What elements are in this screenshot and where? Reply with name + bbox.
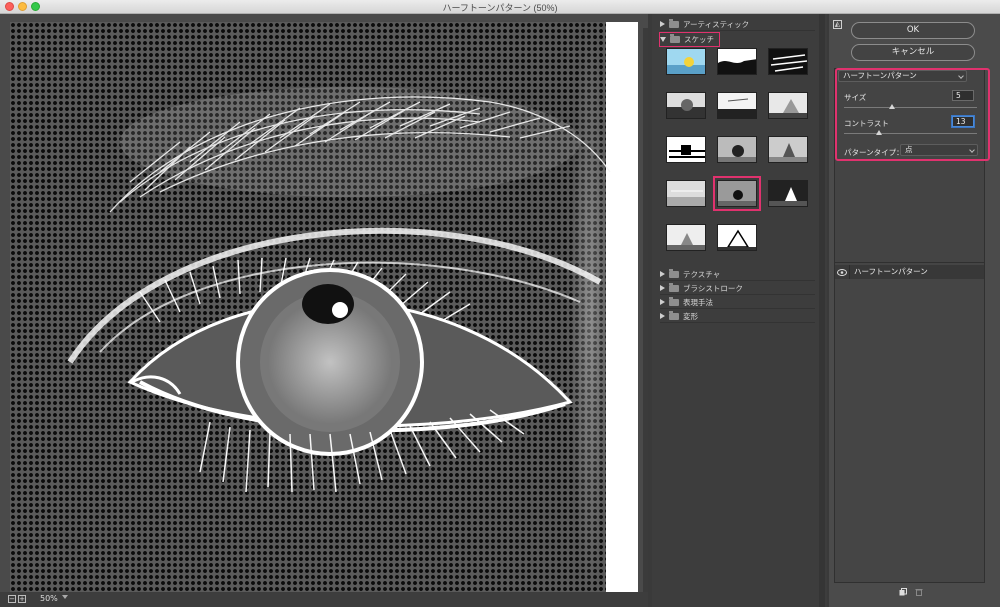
category-stylize[interactable]: 表現手法 bbox=[660, 296, 815, 309]
folder-icon bbox=[669, 296, 679, 306]
zoom-bar: − + 50% bbox=[0, 592, 648, 607]
eye-image bbox=[67, 22, 638, 600]
chevron-down-icon bbox=[958, 73, 964, 79]
thumb-plaster[interactable] bbox=[666, 180, 706, 207]
size-input[interactable]: 5 bbox=[952, 90, 974, 101]
thumb-charcoal[interactable] bbox=[768, 48, 808, 75]
size-slider-track[interactable] bbox=[844, 107, 977, 108]
size-label: サイズ bbox=[844, 93, 867, 102]
thumb-chalk-charcoal[interactable] bbox=[717, 48, 757, 75]
contrast-slider-thumb[interactable] bbox=[875, 130, 882, 135]
expand-arrow-icon bbox=[660, 21, 665, 27]
zoom-value[interactable]: 50% bbox=[40, 594, 58, 603]
folder-icon bbox=[669, 18, 679, 28]
filter-gallery: アーティスティック スケッチ テクスチャ ブラシストローク 表現手法 変形 bbox=[652, 14, 827, 607]
folder-icon bbox=[669, 282, 679, 292]
preview-image[interactable] bbox=[10, 22, 638, 600]
thumb-chrome[interactable] bbox=[666, 92, 706, 119]
expand-arrow-icon bbox=[660, 313, 665, 319]
folder-icon bbox=[669, 310, 679, 320]
category-sketch[interactable]: スケッチ bbox=[659, 32, 720, 47]
contrast-label: コントラスト bbox=[844, 119, 889, 128]
expand-arrow-icon bbox=[660, 271, 665, 277]
new-effect-layer-icon[interactable] bbox=[899, 588, 907, 596]
thumb-conte-crayon[interactable] bbox=[717, 92, 757, 119]
pattern-type-label: パターンタイプ： bbox=[844, 148, 904, 157]
effect-layer-name: ハーフトーンパターン bbox=[849, 265, 984, 279]
cancel-button[interactable]: キャンセル bbox=[851, 44, 975, 61]
preview-scrollbar[interactable] bbox=[643, 28, 648, 606]
settings-panel: ◭ OK キャンセル ハーフトーンパターン サイズ 5 コントラスト 13 パタ… bbox=[829, 14, 1000, 607]
zoom-out-button[interactable]: − bbox=[8, 595, 16, 603]
folder-icon bbox=[670, 34, 680, 43]
contrast-input[interactable]: 13 bbox=[952, 116, 974, 127]
zoom-dropdown-icon[interactable] bbox=[62, 595, 68, 599]
folder-icon bbox=[669, 268, 679, 278]
ok-button[interactable]: OK bbox=[851, 22, 975, 39]
thumb-bas-relief[interactable] bbox=[666, 48, 706, 75]
expand-arrow-icon bbox=[660, 299, 665, 305]
filter-select[interactable]: ハーフトーンパターン bbox=[838, 70, 967, 82]
thumb-graphic-pen[interactable] bbox=[768, 92, 808, 119]
category-brush-strokes[interactable]: ブラシストローク bbox=[660, 282, 815, 295]
effect-layer-row[interactable]: ハーフトーンパターン bbox=[835, 265, 984, 279]
trash-icon[interactable] bbox=[915, 588, 923, 596]
zoom-in-button[interactable]: + bbox=[18, 595, 26, 603]
preview-area bbox=[0, 14, 648, 607]
eye-icon[interactable] bbox=[835, 265, 849, 279]
thumb-photocopy[interactable] bbox=[768, 136, 808, 163]
collapse-gallery-icon[interactable]: ◭ bbox=[833, 20, 842, 29]
thumb-torn-edges[interactable] bbox=[717, 224, 757, 251]
thumb-note-paper[interactable] bbox=[717, 136, 757, 163]
size-slider-thumb[interactable] bbox=[889, 104, 896, 109]
pattern-type-select[interactable]: 点 bbox=[900, 144, 978, 156]
thumb-stamp[interactable] bbox=[666, 224, 706, 251]
category-texture[interactable]: テクスチャ bbox=[660, 268, 815, 281]
expand-arrow-icon bbox=[660, 285, 665, 291]
thumb-halftone-pattern[interactable] bbox=[713, 176, 761, 211]
thumb-reticulation[interactable] bbox=[768, 180, 808, 207]
title-bar: ハーフトーンパターン (50%) bbox=[0, 0, 1000, 14]
window-title: ハーフトーンパターン (50%) bbox=[442, 3, 558, 13]
effect-layers-panel: ハーフトーンパターン bbox=[834, 262, 985, 583]
collapse-arrow-icon bbox=[660, 37, 666, 42]
chevron-down-icon bbox=[969, 147, 975, 153]
category-artistic[interactable]: アーティスティック bbox=[660, 18, 815, 31]
category-distort[interactable]: 変形 bbox=[660, 310, 815, 323]
contrast-slider-track[interactable] bbox=[844, 133, 977, 134]
thumb-halftone-alt[interactable] bbox=[666, 136, 706, 163]
gallery-scrollbar[interactable] bbox=[819, 14, 825, 607]
